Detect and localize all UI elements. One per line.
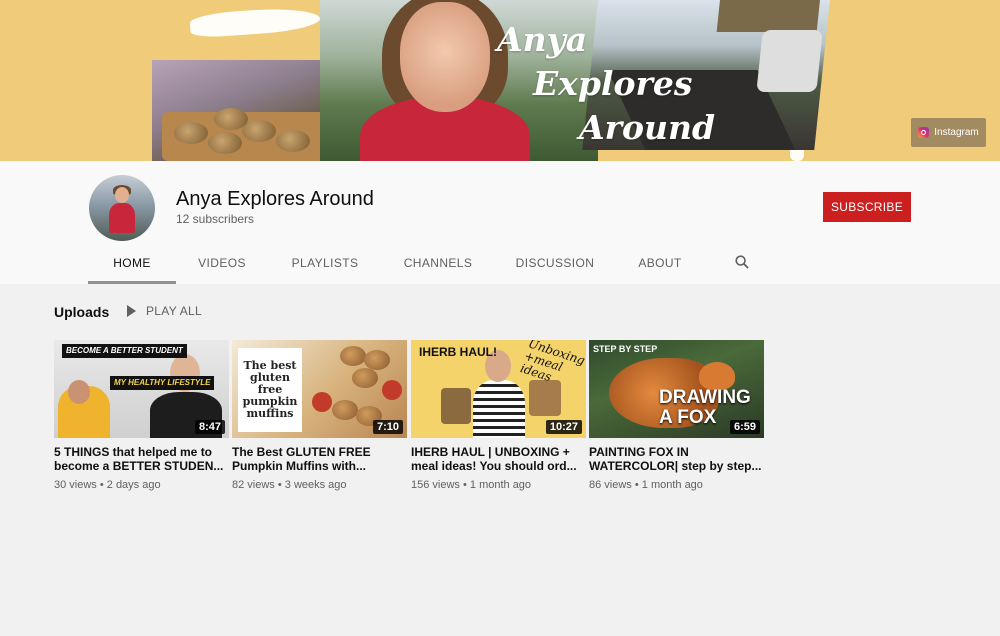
video-meta: 156 views • 1 month ago (411, 479, 532, 491)
banner-title-line: Explores (533, 64, 693, 103)
video-meta: 86 views • 1 month ago (589, 479, 703, 491)
banner-title: Anya Explores Around (495, 18, 715, 150)
thumbnail-caption: The best gluten free pumpkin muffins (238, 348, 302, 432)
video-title[interactable]: IHERB HAUL | UNBOXING + meal ideas! You … (411, 445, 586, 473)
play-all-label: PLAY ALL (146, 304, 203, 318)
thumbnail-caption: IHERB HAUL! (419, 345, 497, 359)
video-card[interactable]: IHERB HAUL! Unboxing +meal ideas 10:27 I… (411, 340, 586, 491)
view-count: 86 views (589, 479, 632, 491)
subscriber-count: 12 subscribers (176, 212, 255, 226)
video-thumbnail[interactable]: BECOME A BETTER STUDENT MY HEALTHY LIFES… (54, 340, 229, 438)
brush-stroke-decoration (189, 5, 321, 39)
instagram-icon (918, 127, 930, 138)
view-count: 156 views (411, 479, 460, 491)
instagram-link-label: Instagram (934, 127, 979, 138)
video-thumbnail[interactable]: The best gluten free pumpkin muffins 7:1… (232, 340, 407, 438)
channel-header: Anya Explores Around 12 subscribers SUBS… (0, 161, 1000, 284)
video-duration: 8:47 (194, 420, 225, 434)
video-card[interactable]: STEP BY STEP DRAWING A FOX 6:59 PAINTING… (589, 340, 764, 491)
search-icon[interactable] (735, 255, 749, 269)
upload-age: 3 weeks ago (284, 479, 347, 491)
tab-videos[interactable]: VIDEOS (184, 245, 260, 281)
upload-age: 1 month ago (641, 479, 703, 491)
thumbnail-caption: STEP BY STEP (593, 344, 658, 354)
tab-channels[interactable]: CHANNELS (395, 245, 481, 281)
video-card[interactable]: The best gluten free pumpkin muffins 7:1… (232, 340, 407, 491)
uploads-heading: Uploads (54, 304, 110, 320)
avatar[interactable] (89, 175, 155, 241)
thumbnail-caption: BECOME A BETTER STUDENT (62, 344, 187, 358)
video-card[interactable]: BECOME A BETTER STUDENT MY HEALTHY LIFES… (54, 340, 229, 491)
banner-photo-muffins (152, 60, 336, 161)
video-thumbnail[interactable]: IHERB HAUL! Unboxing +meal ideas 10:27 (411, 340, 586, 438)
video-duration: 6:59 (729, 420, 760, 434)
video-meta: 30 views • 2 days ago (54, 479, 161, 491)
tab-discussion[interactable]: DISCUSSION (508, 245, 602, 281)
instagram-link[interactable]: Instagram (911, 118, 986, 147)
video-thumbnail[interactable]: STEP BY STEP DRAWING A FOX 6:59 (589, 340, 764, 438)
play-all-button[interactable]: PLAY ALL (127, 304, 202, 318)
tab-about[interactable]: ABOUT (628, 245, 692, 281)
banner-title-line: Anya (497, 20, 588, 59)
thumbnail-caption: MY HEALTHY LIFESTYLE (110, 376, 215, 390)
video-meta: 82 views • 3 weeks ago (232, 479, 347, 491)
subscribe-button[interactable]: SUBSCRIBE (823, 192, 911, 222)
play-icon (127, 305, 136, 317)
banner-title-line: Around (579, 108, 716, 147)
channel-banner: Anya Explores Around Instagram (0, 0, 1000, 161)
tab-playlists[interactable]: PLAYLISTS (282, 245, 368, 281)
video-title[interactable]: 5 THINGS that helped me to become a BETT… (54, 445, 229, 473)
video-duration: 7:10 (372, 420, 403, 434)
upload-age: 1 month ago (469, 479, 532, 491)
video-title[interactable]: The Best GLUTEN FREE Pumpkin Muffins wit… (232, 445, 407, 473)
tab-home[interactable]: HOME (88, 245, 176, 284)
upload-age: 2 days ago (106, 479, 161, 491)
video-title[interactable]: PAINTING FOX IN WATERCOLOR| step by step… (589, 445, 764, 473)
video-duration: 10:27 (545, 420, 582, 434)
channel-name: Anya Explores Around (176, 188, 374, 210)
view-count: 30 views (54, 479, 97, 491)
view-count: 82 views (232, 479, 275, 491)
